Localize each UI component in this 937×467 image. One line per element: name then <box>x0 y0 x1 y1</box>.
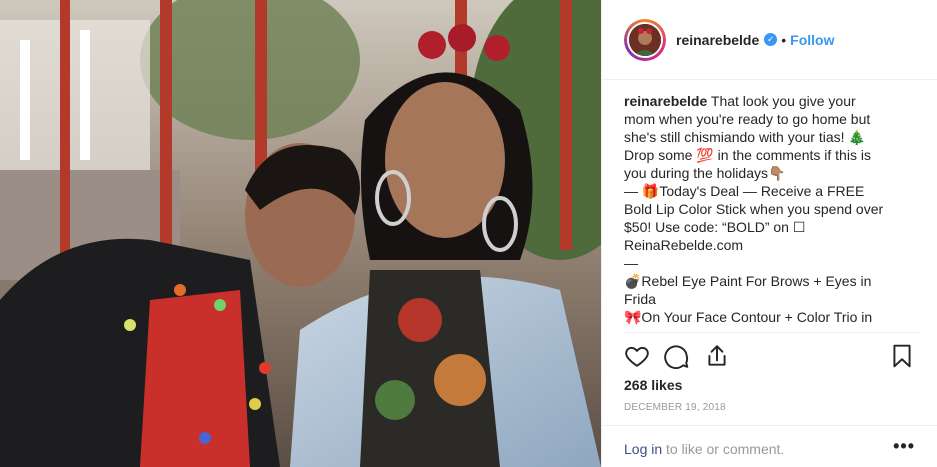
share-icon[interactable] <box>704 343 730 369</box>
caption-line: she's still chismiando with your tias! 🎄 <box>624 129 866 145</box>
login-link[interactable]: Log in <box>624 441 662 457</box>
action-bar <box>624 342 915 370</box>
post-date: DECEMBER 19, 2018 <box>624 402 726 413</box>
verified-badge-icon: ✓ <box>764 33 778 46</box>
heart-icon[interactable] <box>624 343 650 369</box>
caption-link[interactable]: ReinaRebelde.com <box>624 236 914 254</box>
comment-icon[interactable] <box>664 343 690 369</box>
instagram-post: reinarebelde ✓ • Follow reinarebelde Tha… <box>0 0 937 467</box>
divider <box>624 332 921 333</box>
caption-line: — 🎁Today's Deal — Receive a FREE <box>624 183 865 199</box>
login-prompt: Log in to like or comment. <box>624 441 784 457</box>
caption-line: Frida <box>624 291 656 307</box>
divider <box>602 425 937 426</box>
bookmark-icon[interactable] <box>889 343 915 369</box>
caption-line: — <box>624 255 638 271</box>
caption-line: 💣Rebel Eye Paint For Brows + Eyes in <box>624 273 872 289</box>
post-photo[interactable] <box>0 0 601 467</box>
caption-line: $50! Use code: “BOLD” on ☐ <box>624 219 806 235</box>
avatar[interactable] <box>624 18 666 61</box>
caption-line: Drop some 💯 in the comments if this is <box>624 147 871 163</box>
caption-line: reinarebelde That look you give your <box>624 92 914 110</box>
more-options-button[interactable]: ••• <box>893 436 915 457</box>
login-prompt-text: to like or comment. <box>662 441 785 457</box>
post-photo-illustration <box>0 0 601 467</box>
follow-button[interactable]: Follow <box>790 32 834 48</box>
caption-text: That look you give your <box>710 93 856 109</box>
avatar-image <box>627 21 663 58</box>
post-sidebar: reinarebelde ✓ • Follow reinarebelde Tha… <box>601 0 937 467</box>
caption-line: 🎀On Your Face Contour + Color Trio in <box>624 309 873 325</box>
avatar-illustration <box>629 23 661 56</box>
caption-line: Bold Lip Color Stick when you spend over <box>624 201 884 217</box>
likes-count[interactable]: 268 likes <box>624 377 682 393</box>
caption-username[interactable]: reinarebelde <box>624 93 707 109</box>
post-header: reinarebelde ✓ • Follow <box>602 0 937 80</box>
header-separator: • <box>781 31 787 48</box>
post-caption: reinarebelde That look you give your mom… <box>624 92 914 328</box>
username-link[interactable]: reinarebelde <box>676 32 759 48</box>
caption-line: mom when you're ready to go home but <box>624 111 871 127</box>
caption-line: you during the holidays👇🏽 <box>624 165 786 181</box>
